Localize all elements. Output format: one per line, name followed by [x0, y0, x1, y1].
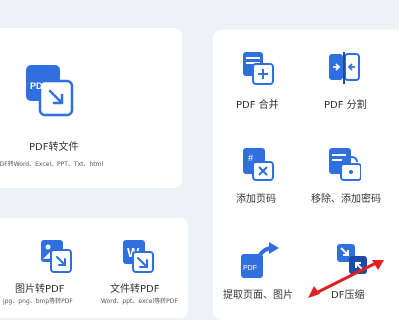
image-to-pdf-subtitle: jpg、png、bmp等转PDF — [3, 298, 73, 305]
pdf-split-icon — [329, 52, 360, 84]
lock-icon — [329, 148, 361, 181]
page-number-icon: # — [243, 148, 274, 181]
annotation-arrow — [308, 260, 384, 298]
svg-text:PDF: PDF — [30, 81, 49, 91]
extract-pages-tool[interactable]: PDF 提取页面、图片 — [221, 240, 311, 301]
add-page-number-tool[interactable]: # 添加页码 — [227, 146, 307, 206]
pdf-to-file-card[interactable]: PDF PDF转文件 PDF转Word、Excel、PPT、Txt、html — [0, 28, 182, 188]
password-tool[interactable]: 移除、添加密码 — [311, 146, 399, 206]
extract-pages-label: 提取页面、图片 — [223, 290, 293, 301]
image-to-pdf-tool[interactable]: 图片转PDF jpg、png、bmp等转PDF — [3, 238, 105, 308]
pdf-split-tool[interactable]: PDF 分割 — [317, 50, 387, 111]
image-to-pdf-icon — [41, 240, 72, 273]
image-to-pdf-title: 图片转PDF — [15, 284, 65, 295]
add-page-number-label: 添加页码 — [236, 194, 276, 205]
extract-icon: PDF — [241, 242, 279, 278]
pdf-merge-tool[interactable]: PDF 合并 — [227, 50, 297, 111]
pdf-to-file-title: PDF转文件 — [29, 142, 79, 153]
password-label: 移除、添加密码 — [311, 194, 381, 205]
file-to-pdf-subtitle: Word、ppt、excel等转PDF — [101, 298, 178, 305]
pdf-to-file-icon: PDF — [26, 65, 76, 117]
file-to-pdf-title: 文件转PDF — [110, 284, 160, 295]
pdf-merge-icon — [243, 52, 274, 85]
convert-to-pdf-card: 图片转PDF jpg、png、bmp等转PDF W 文件转PDF Word、pp… — [0, 218, 188, 318]
pdf-merge-label: PDF 合并 — [236, 100, 279, 111]
file-to-pdf-tool[interactable]: W 文件转PDF Word、ppt、excel等转PDF — [101, 238, 195, 308]
svg-text:#: # — [248, 153, 253, 163]
svg-text:PDF: PDF — [243, 265, 257, 272]
pdf-to-file-subtitle: PDF转Word、Excel、PPT、Txt、html — [0, 161, 104, 168]
word-file-icon: W — [123, 240, 154, 273]
pdf-split-label: PDF 分割 — [324, 100, 367, 111]
